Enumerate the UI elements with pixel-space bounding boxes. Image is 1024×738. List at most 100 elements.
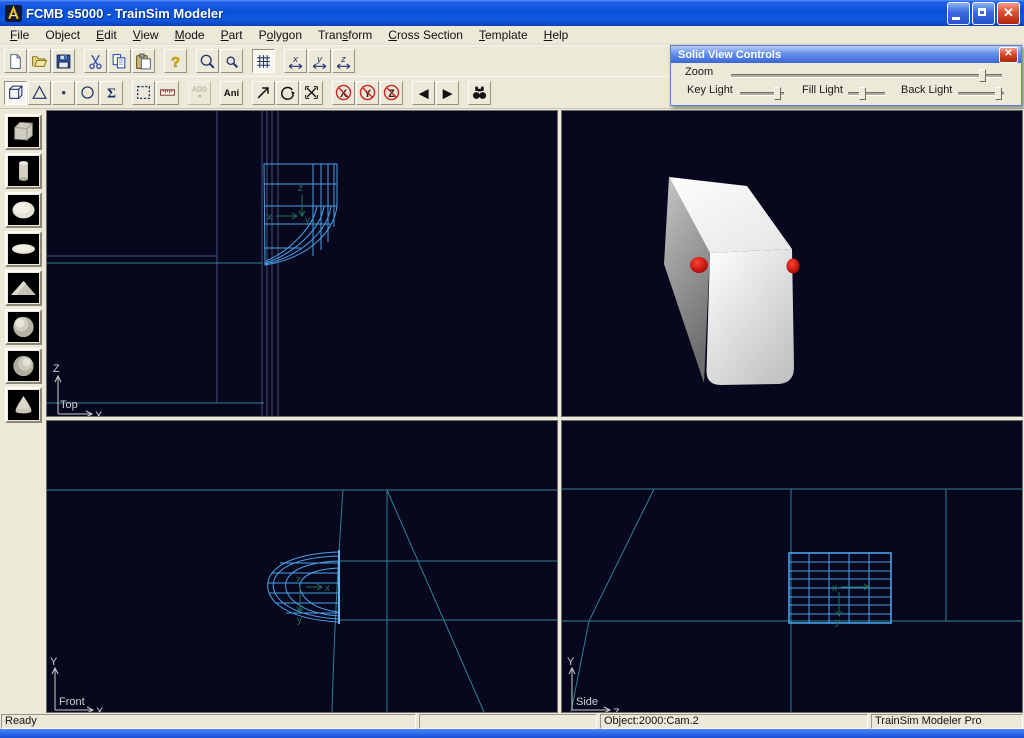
previous-button[interactable]: ◀	[412, 81, 435, 105]
scale-tool-button[interactable]	[300, 81, 323, 105]
grid-lines-teal	[562, 489, 1022, 712]
menu-view[interactable]: View	[125, 27, 167, 43]
next-icon: ▶	[439, 84, 456, 101]
lock-x-button[interactable]: X	[332, 81, 355, 105]
vertical-axis-label: Y	[50, 656, 58, 668]
fill-light-slider-thumb[interactable]	[859, 87, 866, 100]
svg-text:ADD: ADD	[192, 86, 207, 93]
select-circle-button[interactable]	[76, 81, 99, 105]
svg-text:Ani: Ani	[224, 88, 239, 99]
move-tool-button[interactable]	[252, 81, 275, 105]
restore-button[interactable]	[972, 2, 995, 25]
back-light-slider[interactable]	[958, 92, 1004, 96]
open-file-button[interactable]	[28, 49, 51, 73]
x-axis-button[interactable]: x	[284, 49, 307, 73]
solid-view-controls-palette[interactable]: Solid View Controls ✕ Zoom Key Light Fil…	[670, 45, 1022, 106]
primitive-cone-button[interactable]	[5, 387, 42, 423]
find-icon	[471, 84, 488, 101]
viewport-name: Top	[60, 399, 78, 411]
menu-edit[interactable]: Edit	[88, 27, 125, 43]
previous-icon: ◀	[415, 84, 432, 101]
scale-tool-icon	[303, 84, 320, 101]
menu-help[interactable]: Help	[536, 27, 577, 43]
svg-text:Σ: Σ	[107, 85, 116, 100]
next-button[interactable]: ▶	[436, 81, 459, 105]
ruler-button[interactable]	[156, 81, 179, 105]
palette-body: Zoom Key Light Fill Light Back Light	[671, 63, 1021, 105]
primitive-ellipsoid-button[interactable]	[5, 192, 42, 228]
z-axis-button[interactable]: z	[332, 49, 355, 73]
select-point-button[interactable]	[52, 81, 75, 105]
palette-titlebar[interactable]: Solid View Controls ✕	[671, 46, 1021, 63]
help-button[interactable]: ?	[164, 49, 187, 73]
back-light-slider-thumb[interactable]	[995, 87, 1002, 100]
select-solid-button[interactable]	[4, 81, 27, 105]
red-handle-right[interactable]	[787, 259, 800, 274]
close-button[interactable]: ✕	[997, 2, 1020, 25]
top-view-canvas: z y x Z Top X	[47, 111, 557, 416]
cube-icon	[8, 117, 39, 147]
key-light-slider-thumb[interactable]	[774, 87, 781, 100]
menu-file[interactable]: File	[2, 27, 37, 43]
zoom-slider-label: Zoom	[685, 66, 713, 78]
zoom-out-icon	[223, 53, 240, 70]
menu-part[interactable]: Part	[213, 27, 251, 43]
rotate-tool-button[interactable]	[276, 81, 299, 105]
save-file-button[interactable]	[52, 49, 75, 73]
grid-toggle-icon	[255, 53, 272, 70]
primitive-cube-button[interactable]	[5, 114, 42, 150]
viewport-front[interactable]: z y x Y Front X	[46, 420, 558, 713]
cone-icon	[8, 390, 39, 420]
primitive-cylinder-button[interactable]	[5, 153, 42, 189]
menu-template[interactable]: Template	[471, 27, 536, 43]
select-triangle-button[interactable]	[28, 81, 51, 105]
paste-button[interactable]	[132, 49, 155, 73]
minimize-button[interactable]	[947, 2, 970, 25]
add-point-button: ADD	[188, 81, 211, 105]
primitive-geosphere-button[interactable]	[5, 348, 42, 384]
copy-icon	[111, 53, 128, 70]
menu-polygon[interactable]: Polygon	[251, 27, 310, 43]
primitive-sidebar	[0, 109, 46, 713]
zoom-slider-thumb[interactable]	[979, 69, 986, 82]
zoom-out-button[interactable]	[220, 49, 243, 73]
cut-button[interactable]	[84, 49, 107, 73]
lock-z-button[interactable]: Z	[380, 81, 403, 105]
viewport-solid-3d[interactable]	[561, 110, 1023, 417]
open-file-icon	[31, 53, 48, 70]
new-document-button[interactable]	[4, 49, 27, 73]
palette-close-button[interactable]: ✕	[999, 47, 1018, 63]
red-handle-left[interactable]	[690, 257, 708, 273]
key-light-slider-label: Key Light	[687, 84, 733, 96]
gizmo-x-label: x	[832, 583, 837, 594]
key-light-slider[interactable]	[740, 92, 784, 96]
select-solid-icon	[7, 84, 24, 101]
zoom-in-button[interactable]	[196, 49, 219, 73]
viewport-top[interactable]: z y x Z Top X	[46, 110, 558, 417]
svg-text:x: x	[292, 54, 299, 65]
cross-section-tool-button[interactable]: Σ	[100, 81, 123, 105]
copy-button[interactable]	[108, 49, 131, 73]
primitive-disc-button[interactable]	[5, 231, 42, 267]
solid-object	[664, 177, 800, 385]
menu-object[interactable]: Object	[37, 27, 88, 43]
workspace: z y x Z Top X	[0, 109, 1024, 713]
y-axis-button[interactable]: y	[308, 49, 331, 73]
marquee-select-button[interactable]	[132, 81, 155, 105]
fill-light-slider[interactable]	[848, 92, 885, 96]
menu-mode[interactable]: Mode	[167, 27, 213, 43]
lock-y-button[interactable]: Y	[356, 81, 379, 105]
menu-transform[interactable]: Transform	[310, 27, 380, 43]
viewport-side[interactable]: x y Y Side Z	[561, 420, 1023, 713]
primitive-wedge-button[interactable]	[5, 270, 42, 306]
wireframe-object	[264, 164, 337, 265]
menu-cross-section[interactable]: Cross Section	[380, 27, 471, 43]
taskbar-strip[interactable]	[0, 729, 1024, 738]
grid-toggle-button[interactable]	[252, 49, 275, 73]
find-button[interactable]	[468, 81, 491, 105]
primitive-sphere-button[interactable]	[5, 309, 42, 345]
cylinder-icon	[8, 156, 39, 186]
animation-button[interactable]: Ani	[220, 81, 243, 105]
zoom-slider[interactable]	[731, 74, 1002, 78]
z-axis-icon: z	[335, 53, 352, 70]
